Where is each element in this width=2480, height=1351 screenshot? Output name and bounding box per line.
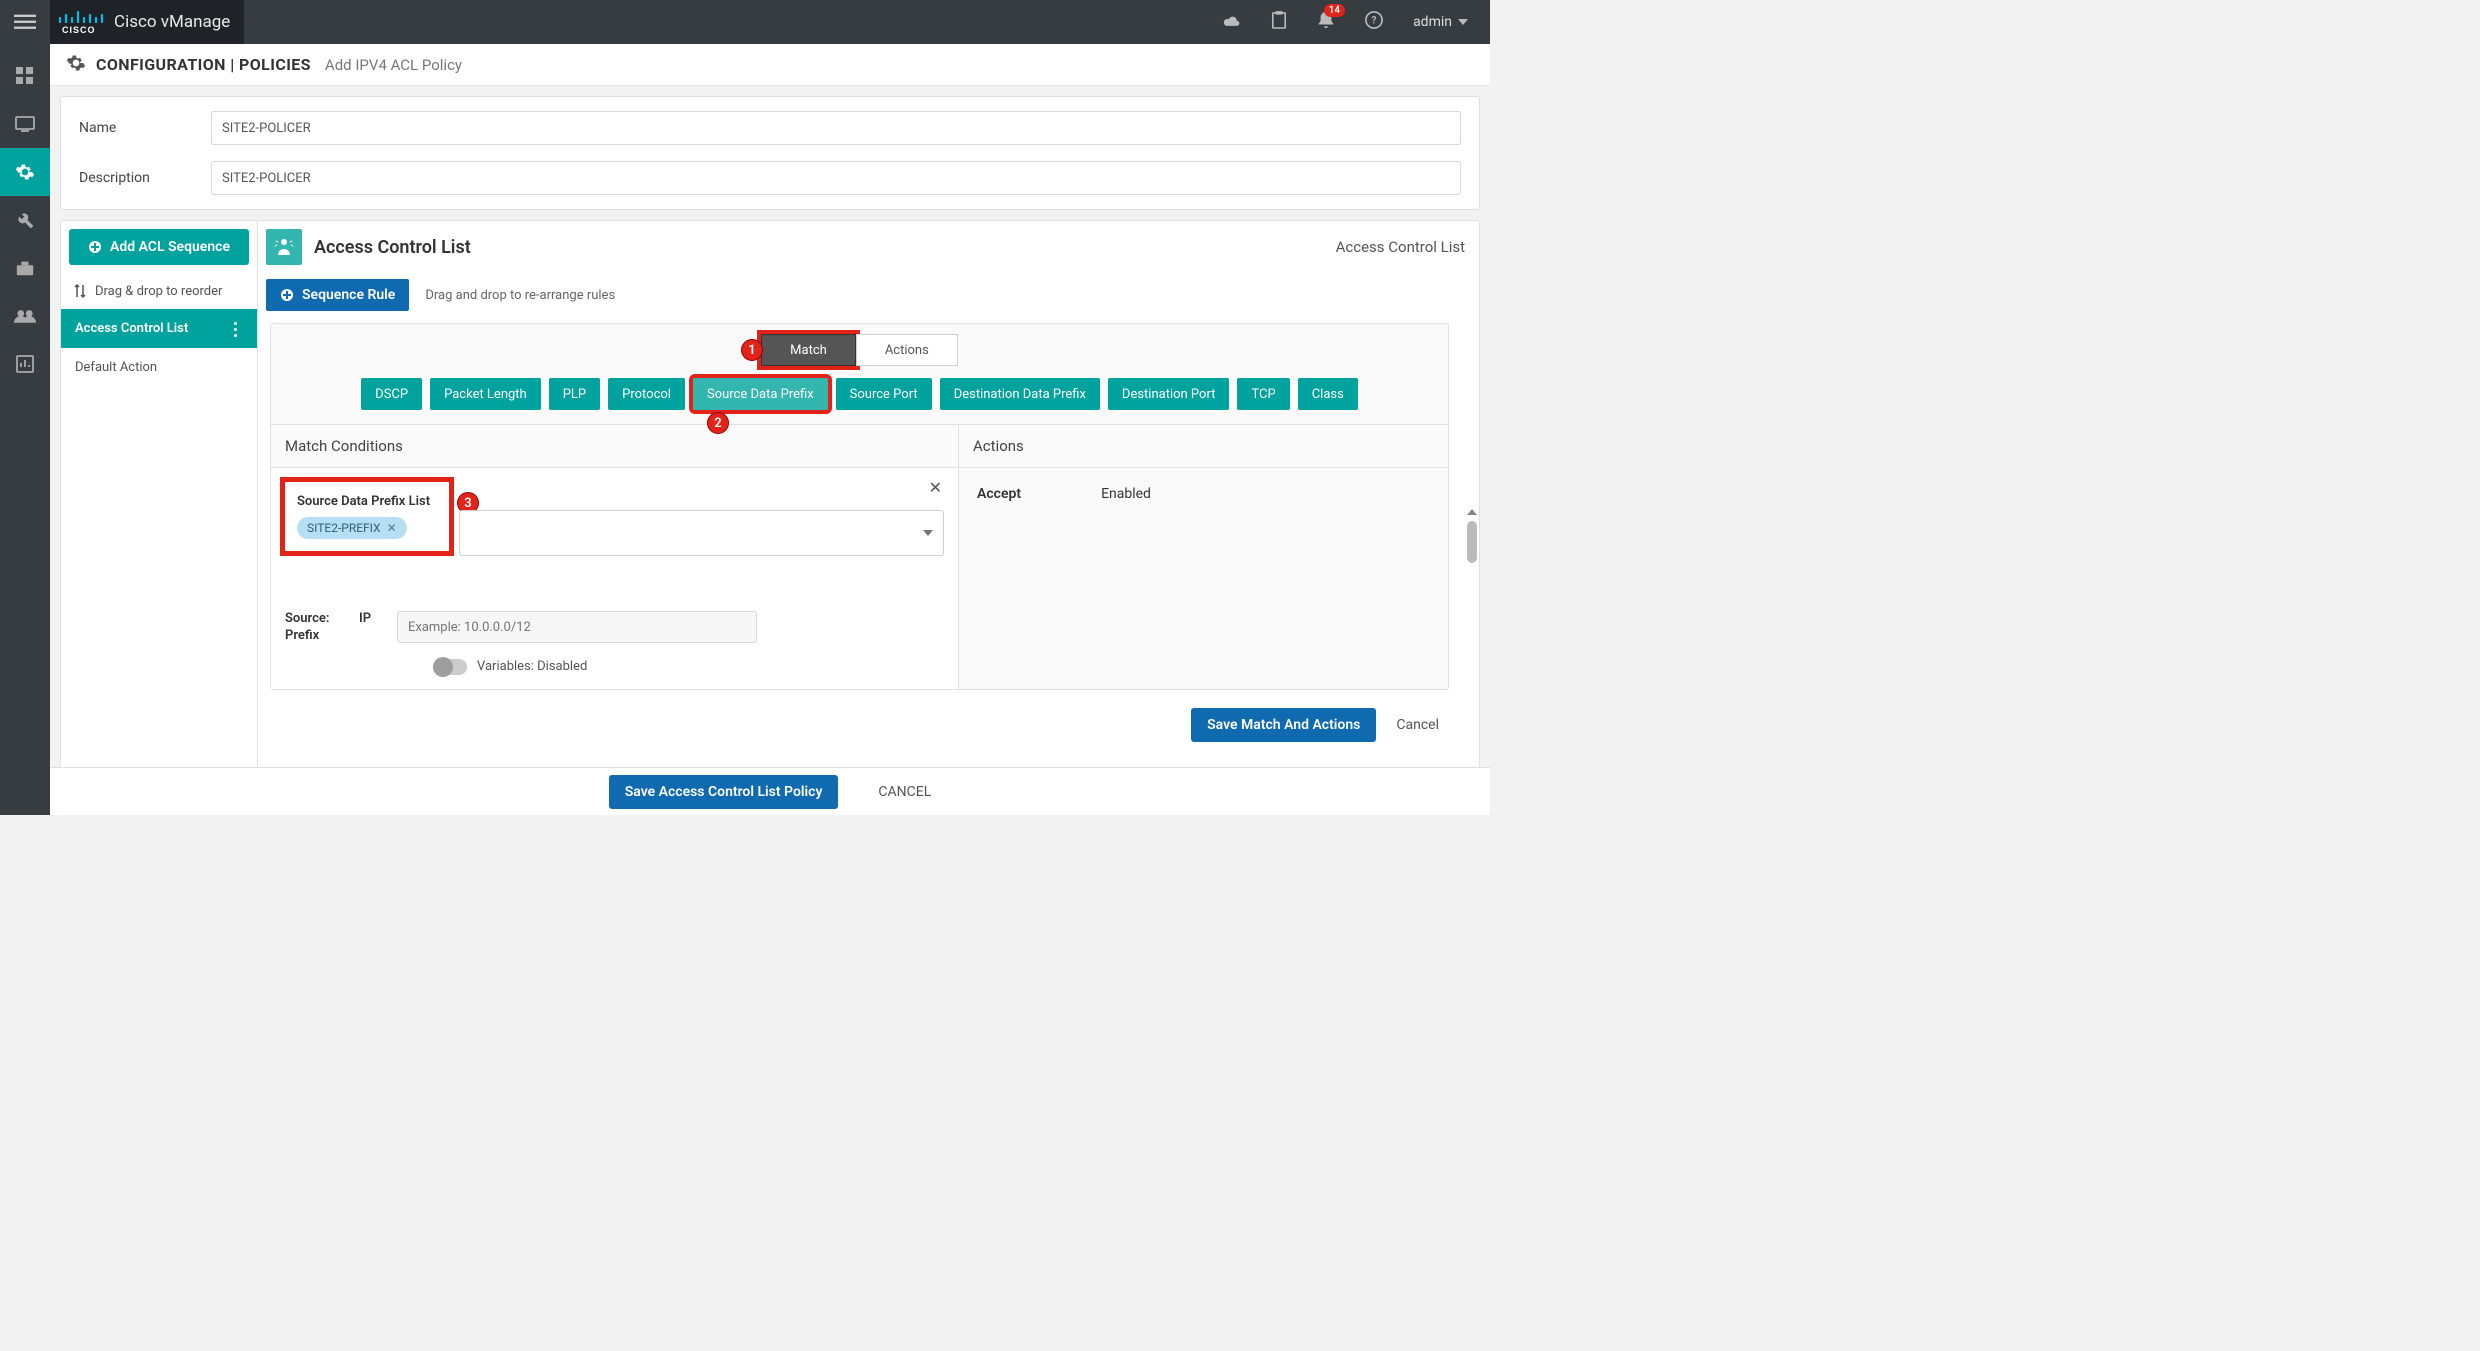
- tab-match[interactable]: Match: [761, 334, 856, 366]
- chevron-down-icon: [1458, 19, 1468, 25]
- name-label: Name: [79, 120, 211, 136]
- gear-icon: [66, 53, 86, 77]
- nav-stats[interactable]: [0, 340, 50, 388]
- sidebar-item-label: Access Control List: [75, 321, 188, 336]
- add-seq-label: Add ACL Sequence: [110, 239, 230, 255]
- plus-icon: [280, 288, 294, 302]
- callout-2: 2: [707, 412, 729, 434]
- breadcrumb-sub: Add IPV4 ACL Policy: [325, 56, 462, 74]
- source-ip-input[interactable]: [397, 611, 757, 643]
- bell-icon[interactable]: 14: [1317, 10, 1335, 34]
- breadcrumb: CONFIGURATION | POLICIES Add IPV4 ACL Po…: [50, 44, 1490, 86]
- action-enabled-value: Enabled: [1101, 486, 1151, 502]
- filter-source-port[interactable]: Source Port: [836, 378, 932, 410]
- filter-class[interactable]: Class: [1298, 378, 1358, 410]
- cancel-footer-button[interactable]: CANCEL: [878, 784, 931, 800]
- nav-monitor[interactable]: [0, 100, 50, 148]
- acl-icon: [266, 229, 302, 265]
- scrollbar[interactable]: [1467, 521, 1477, 767]
- nav-dashboard[interactable]: [0, 52, 50, 100]
- sidebar-item-default-action[interactable]: Default Action: [61, 348, 257, 387]
- match-conditions-header: Match Conditions: [271, 425, 958, 468]
- user-name: admin: [1413, 14, 1452, 30]
- svg-text:CISCO: CISCO: [62, 25, 96, 35]
- filter-destination-data-prefix[interactable]: Destination Data Prefix: [940, 378, 1100, 410]
- prefix-select-dropdown[interactable]: [459, 510, 944, 556]
- save-policy-button[interactable]: Save Access Control List Policy: [609, 775, 839, 809]
- brand-area: CISCO Cisco vManage: [50, 0, 244, 44]
- nav-tools[interactable]: [0, 196, 50, 244]
- callout-1: 1: [741, 339, 763, 361]
- source-prefix-label: Source:Prefix: [285, 611, 345, 645]
- scroll-up-icon[interactable]: [1467, 507, 1477, 517]
- filter-plp[interactable]: PLP: [549, 378, 600, 410]
- cisco-logo-icon: CISCO: [56, 9, 106, 35]
- nav-admin[interactable]: [0, 292, 50, 340]
- sidebar-item-acl[interactable]: Access Control List ⋯: [61, 309, 257, 348]
- breadcrumb-main: CONFIGURATION | POLICIES: [96, 55, 311, 74]
- filter-dscp[interactable]: DSCP: [361, 378, 422, 410]
- drag-reorder-hint: Drag & drop to reorder: [61, 273, 257, 309]
- seq-rule-label: Sequence Rule: [302, 287, 395, 303]
- source-data-prefix-list-label: Source Data Prefix List: [297, 494, 437, 509]
- remove-chip-icon[interactable]: ✕: [387, 521, 397, 535]
- cancel-button[interactable]: Cancel: [1396, 717, 1439, 733]
- description-label: Description: [79, 170, 211, 186]
- filter-source-data-prefix[interactable]: Source Data Prefix: [693, 378, 828, 410]
- variables-toggle[interactable]: [433, 659, 467, 675]
- reorder-icon: [73, 283, 87, 299]
- filter-tcp[interactable]: TCP: [1237, 378, 1289, 410]
- name-input[interactable]: [211, 111, 1461, 145]
- actions-header: Actions: [959, 425, 1448, 468]
- source-data-prefix-section: Source Data Prefix List SITE2-PREFIX ✕ 3: [285, 482, 449, 551]
- save-match-and-actions-button[interactable]: Save Match And Actions: [1191, 708, 1376, 742]
- prefix-tag-chip[interactable]: SITE2-PREFIX ✕: [297, 517, 407, 539]
- nav-configuration[interactable]: [0, 148, 50, 196]
- chevron-down-icon: [923, 530, 933, 536]
- acl-subtitle-right: Access Control List: [1336, 238, 1465, 256]
- svg-text:?: ?: [1372, 16, 1377, 27]
- description-input[interactable]: [211, 161, 1461, 195]
- sequence-rule-button[interactable]: Sequence Rule: [266, 279, 409, 311]
- hamburger-icon[interactable]: [0, 0, 50, 44]
- notification-badge: 14: [1324, 4, 1345, 17]
- tab-actions[interactable]: Actions: [856, 334, 958, 366]
- seq-rule-hint: Drag and drop to re-arrange rules: [425, 288, 615, 303]
- clipboard-icon[interactable]: [1271, 11, 1287, 33]
- source-ip-label: IP: [359, 611, 383, 626]
- variables-toggle-label: Variables: Disabled: [477, 659, 587, 674]
- filter-destination-port[interactable]: Destination Port: [1108, 378, 1230, 410]
- more-icon[interactable]: ⋯: [231, 321, 240, 337]
- close-icon[interactable]: ✕: [929, 478, 942, 497]
- help-icon[interactable]: ?: [1365, 11, 1383, 33]
- plus-icon: [88, 240, 102, 254]
- filter-packet-length[interactable]: Packet Length: [430, 378, 541, 410]
- action-accept-label: Accept: [977, 486, 1021, 502]
- filter-protocol[interactable]: Protocol: [608, 378, 685, 410]
- cloud-icon[interactable]: [1221, 12, 1241, 32]
- acl-title: Access Control List: [314, 237, 471, 258]
- add-acl-sequence-button[interactable]: Add ACL Sequence: [69, 229, 249, 265]
- nav-maintenance[interactable]: [0, 244, 50, 292]
- user-menu[interactable]: admin: [1413, 14, 1468, 30]
- brand-text: Cisco vManage: [114, 12, 230, 32]
